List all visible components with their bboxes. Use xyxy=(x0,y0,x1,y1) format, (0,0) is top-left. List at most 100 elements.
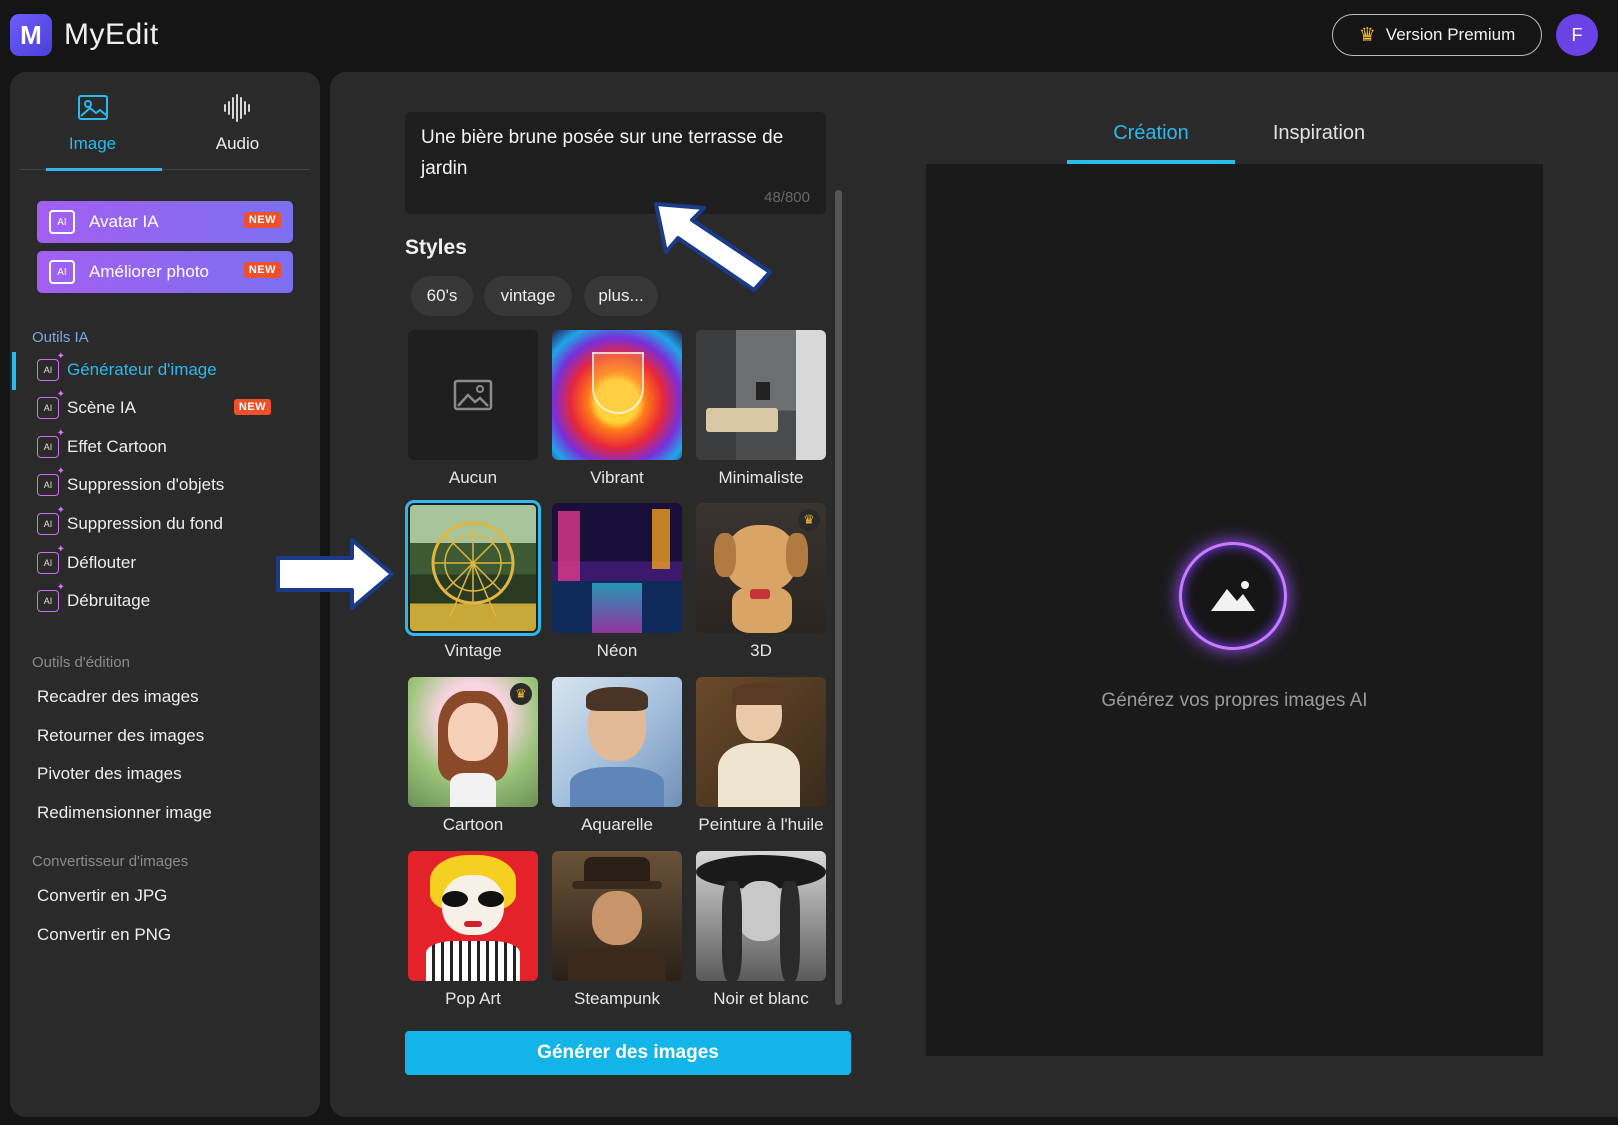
image-icon xyxy=(77,94,109,130)
style-card-3d[interactable]: ♛ 3D xyxy=(696,503,826,660)
tab-inspiration[interactable]: Inspiration xyxy=(1235,110,1403,164)
style-card-noir-blanc[interactable]: Noir et blanc xyxy=(696,851,826,1008)
style-label: Pop Art xyxy=(445,989,501,1008)
style-label: Néon xyxy=(596,641,638,660)
sidebar-item-pivoter[interactable]: Pivoter des images xyxy=(37,764,182,784)
sidebar-item-retourner[interactable]: Retourner des images xyxy=(37,726,204,746)
style-label: Cartoon xyxy=(442,815,504,834)
tool-label: Effet Cartoon xyxy=(67,437,167,456)
premium-crown-icon: ♛ xyxy=(510,683,532,705)
annotation-arrow-right-icon xyxy=(276,538,394,610)
sidebar-tabs: Image Audio xyxy=(20,88,310,171)
sidebar-item-suppression-fond[interactable]: AI Suppression du fond xyxy=(37,505,297,538)
tab-image-label: Image xyxy=(68,134,117,153)
style-thumb xyxy=(696,851,826,981)
style-thumb xyxy=(552,330,682,460)
result-tabs: Création Inspiration xyxy=(1067,110,1403,164)
crown-icon: ♛ xyxy=(1358,24,1376,46)
sidebar-item-generateur-image[interactable]: AI Générateur d'image xyxy=(37,351,297,384)
style-label: 3D xyxy=(750,641,772,660)
style-card-peinture-huile[interactable]: Peinture à l'huile xyxy=(696,677,826,834)
annotation-arrow-up-left-icon xyxy=(654,202,772,292)
top-bar: M MyEdit ♛ Version Premium F xyxy=(0,0,1618,70)
section-title-converter: Convertisseur d'images xyxy=(32,853,189,870)
tab-audio-label: Audio xyxy=(215,134,260,153)
style-label: Noir et blanc xyxy=(713,989,809,1008)
sidebar-item-convertir-png[interactable]: Convertir en PNG xyxy=(37,925,171,945)
sidebar-item-effet-cartoon[interactable]: AI Effet Cartoon xyxy=(37,428,297,461)
styles-scrollbar[interactable] xyxy=(835,190,842,1005)
ai-icon: AI xyxy=(49,260,75,284)
premium-button[interactable]: ♛ Version Premium xyxy=(1332,14,1542,56)
sidebar-item-debruitage[interactable]: AI Débruitage xyxy=(37,582,297,615)
generate-button[interactable]: Générer des images xyxy=(405,1031,851,1075)
tool-label: Déflouter xyxy=(67,553,136,572)
active-indicator xyxy=(12,352,16,390)
style-card-pop-art[interactable]: Pop Art xyxy=(408,851,538,1008)
style-card-steampunk[interactable]: Steampunk xyxy=(552,851,682,1008)
tab-creation[interactable]: Création xyxy=(1067,110,1235,164)
sidebar-item-redimensionner[interactable]: Redimensionner image xyxy=(37,803,212,823)
style-chip-plus[interactable]: plus... xyxy=(584,276,658,316)
style-card-neon[interactable]: Néon xyxy=(552,503,682,660)
tool-label: Générateur d'image xyxy=(67,360,217,379)
empty-state-text: Générez vos propres images AI xyxy=(1101,690,1368,711)
app-logo[interactable]: M MyEdit xyxy=(10,14,159,56)
logo-mark-icon: M xyxy=(10,14,52,56)
style-label: Aquarelle xyxy=(581,815,653,834)
style-thumb xyxy=(552,503,682,633)
style-label: Peinture à l'huile xyxy=(698,815,824,834)
ai-icon: AI xyxy=(49,210,75,234)
style-chip-vintage[interactable]: vintage xyxy=(484,276,572,316)
new-badge: NEW xyxy=(243,262,281,278)
result-canvas: Générez vos propres images AI xyxy=(926,164,1543,1056)
app-name: MyEdit xyxy=(64,18,159,51)
ai-tool-icon: AI xyxy=(37,351,65,381)
tool-label: Débruitage xyxy=(67,591,151,610)
style-card-vibrant[interactable]: Vibrant xyxy=(552,330,682,487)
ai-tool-icon: AI xyxy=(37,505,65,535)
style-chip-60s[interactable]: 60's xyxy=(411,276,473,316)
style-card-vintage[interactable]: Vintage xyxy=(405,500,541,660)
sidebar-item-convertir-jpg[interactable]: Convertir en JPG xyxy=(37,886,167,906)
new-badge: NEW xyxy=(233,399,271,415)
tool-label: Suppression du fond xyxy=(67,514,223,533)
style-thumb xyxy=(408,851,538,981)
ai-tool-icon: AI xyxy=(37,389,65,419)
avatar-ia-button[interactable]: AI Avatar IA NEW xyxy=(37,201,293,243)
sidebar-item-deflouter[interactable]: AI Déflouter xyxy=(37,544,297,577)
section-title-edit-tools: Outils d'édition xyxy=(32,654,130,671)
sidebar-item-suppression-objets[interactable]: AI Suppression d'objets xyxy=(37,466,297,499)
section-title-ai-tools: Outils IA xyxy=(32,329,89,346)
ai-tool-icon: AI xyxy=(37,428,65,458)
tool-label: Suppression d'objets xyxy=(67,475,225,494)
style-card-aucun[interactable]: Aucun xyxy=(408,330,538,487)
sidebar-item-scene-ia[interactable]: AI Scène IA NEW xyxy=(37,389,297,422)
user-avatar[interactable]: F xyxy=(1556,14,1598,56)
style-label: Vintage xyxy=(444,641,502,660)
tab-audio[interactable]: Audio xyxy=(165,88,310,170)
tab-image[interactable]: Image xyxy=(20,88,165,171)
ameliorer-photo-label: Améliorer photo xyxy=(89,262,210,281)
avatar-ia-label: Avatar IA xyxy=(89,212,159,231)
style-thumb xyxy=(696,677,826,807)
style-thumb xyxy=(552,851,682,981)
prompt-text[interactable]: Une bière brune posée sur une terrasse d… xyxy=(421,122,816,184)
style-card-aquarelle[interactable]: Aquarelle xyxy=(552,677,682,834)
tool-label: Scène IA xyxy=(67,398,136,417)
mountain-image-icon xyxy=(1179,542,1287,650)
sidebar-item-recadrer[interactable]: Recadrer des images xyxy=(37,687,199,707)
no-image-icon xyxy=(453,379,493,411)
audio-waveform-icon xyxy=(222,94,254,130)
style-card-cartoon[interactable]: ♛ Cartoon xyxy=(408,677,538,834)
premium-crown-icon: ♛ xyxy=(798,509,820,531)
style-thumb xyxy=(696,330,826,460)
style-label: Vibrant xyxy=(590,468,644,487)
style-thumb-selected xyxy=(405,500,541,636)
new-badge: NEW xyxy=(243,212,281,228)
premium-label: Version Premium xyxy=(1385,25,1516,44)
ai-tool-icon: AI xyxy=(37,582,65,612)
ameliorer-photo-button[interactable]: AI Améliorer photo NEW xyxy=(37,251,293,293)
style-label: Steampunk xyxy=(574,989,660,1008)
style-card-minimaliste[interactable]: Minimaliste xyxy=(696,330,826,487)
